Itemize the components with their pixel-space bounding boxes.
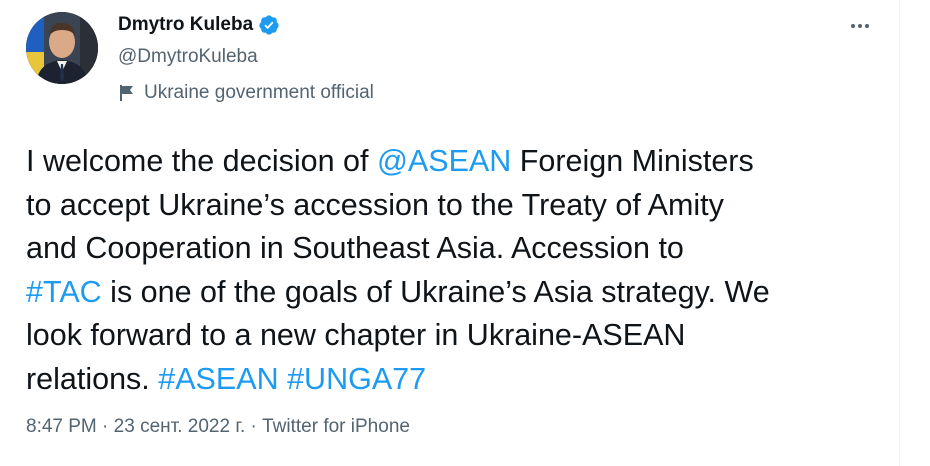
meta-separator: · [96, 416, 114, 437]
tweet-text-line: look forward to a new chapter in Ukraine… [26, 314, 886, 358]
government-label[interactable]: Ukraine government official [118, 82, 374, 104]
tweet-text-segment: I welcome the decision of [26, 144, 377, 178]
government-label-text: Ukraine government official [144, 82, 374, 103]
more-horizontal-icon [848, 14, 872, 43]
tweet-text-segment [279, 362, 287, 396]
tweet-text-segment: look forward to a new chapter in Ukraine… [26, 318, 686, 352]
author-name-row: Dmytro Kuleba [118, 14, 280, 36]
tweet-text-segment: and Cooperation in Southeast Asia. Acces… [26, 231, 684, 265]
tweet-text-segment: relations. [26, 361, 159, 396]
tweet-time[interactable]: 8:47 PM [26, 416, 97, 437]
tweet-source[interactable]: Twitter for iPhone [262, 416, 410, 437]
author-display-name[interactable]: Dmytro Kuleba [118, 14, 253, 36]
hashtag-link[interactable]: #ASEAN [158, 362, 278, 396]
tweet-text-segment: to accept Ukraine’s accession to the Tre… [26, 187, 724, 222]
hashtag-link[interactable]: #UNGA77 [287, 362, 426, 396]
tweet-text-line: to accept Ukraine’s accession to the Tre… [26, 184, 886, 228]
tweet-date[interactable]: 23 сент. 2022 г. [114, 416, 246, 437]
author-handle[interactable]: @DmytroKuleba [118, 46, 258, 68]
tweet-text-segment: is one of the goals of Ukraine’s Asia st… [101, 274, 770, 309]
hashtag-link[interactable]: #TAC [26, 275, 102, 309]
tweet-metadata: 8:47 PM · 23 сент. 2022 г. · Twitter for… [26, 416, 410, 438]
tweet-text-segment: Foreign Ministers [511, 144, 754, 178]
tweet-text-line: relations. #ASEAN #UNGA77 [26, 358, 886, 402]
avatar-image [26, 12, 98, 84]
meta-separator: · [245, 416, 263, 437]
more-options-button[interactable] [842, 10, 878, 46]
tweet-text: I welcome the decision of @ASEAN Foreign… [26, 140, 886, 401]
verified-badge-icon [258, 14, 280, 36]
tweet-card: Dmytro Kuleba @DmytroKuleba Ukraine gove… [0, 0, 900, 466]
avatar[interactable] [26, 12, 98, 84]
tweet-text-line: and Cooperation in Southeast Asia. Acces… [26, 227, 886, 271]
tweet-text-line: I welcome the decision of @ASEAN Foreign… [26, 140, 886, 184]
mention-link[interactable]: @ASEAN [377, 144, 511, 178]
tweet-text-line: #TAC is one of the goals of Ukraine’s As… [26, 271, 886, 315]
flag-icon [118, 83, 136, 103]
